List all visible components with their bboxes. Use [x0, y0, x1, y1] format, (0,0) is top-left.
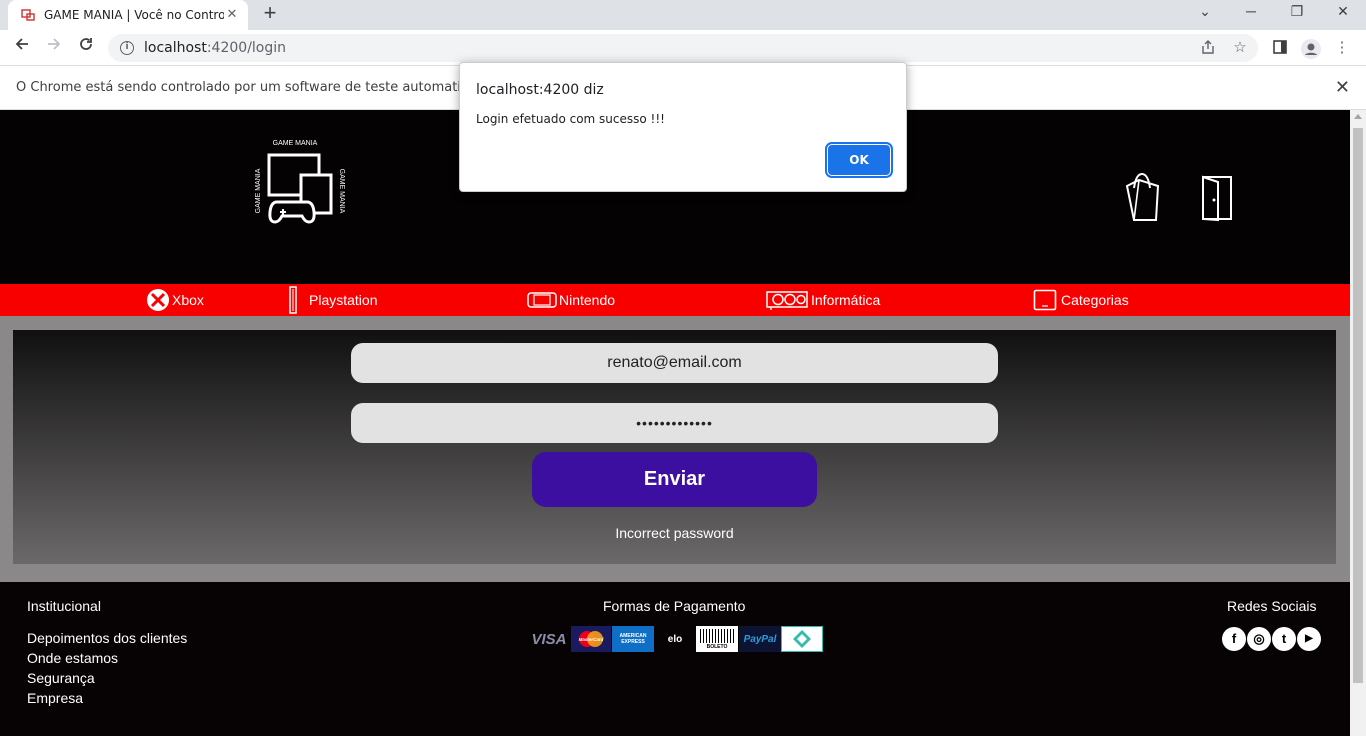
nav-item-nintendo[interactable]: Nintendo	[527, 284, 615, 316]
svg-text:GAME MANIA: GAME MANIA	[255, 168, 262, 213]
alert-dialog: localhost:4200 diz Login efetuado com su…	[459, 62, 907, 192]
instagram-icon[interactable]: ◎	[1247, 627, 1271, 651]
login-door-icon[interactable]	[1200, 174, 1234, 227]
visa-icon: VISA	[531, 630, 567, 648]
tab-search-icon[interactable]: ⌄	[1182, 0, 1228, 30]
minimize-icon[interactable]: ─	[1228, 0, 1274, 30]
footer-link-depoimentos[interactable]: Depoimentos dos clientes	[27, 630, 187, 646]
back-icon[interactable]	[10, 36, 34, 60]
boleto-icon: BOLETO	[696, 626, 738, 652]
amex-icon: AMERICAN EXPRESS	[612, 626, 654, 652]
nintendo-icon	[527, 292, 557, 308]
scrollbar-thumb[interactable]	[1353, 128, 1363, 683]
tab-title: GAME MANIA | Você no Controle	[44, 8, 224, 22]
share-icon[interactable]	[1199, 39, 1217, 57]
twitter-icon[interactable]: t	[1272, 627, 1296, 651]
login-section: renato@email.com ••••••••••••• Enviar In…	[0, 316, 1350, 582]
mastercard-icon: MasterCard	[571, 626, 611, 652]
game-mania-logo[interactable]: GAME MANIA GAME MANIA GAME MANIA	[252, 136, 352, 236]
dialog-ok-button[interactable]: OK	[825, 142, 893, 178]
site-info-icon[interactable]: i	[120, 41, 134, 55]
elo-icon: elo	[667, 633, 683, 645]
login-error-message: Incorrect password	[615, 525, 734, 541]
tablet-icon	[1033, 289, 1057, 311]
forward-icon[interactable]	[42, 36, 66, 60]
password-input[interactable]: •••••••••••••	[351, 403, 998, 443]
svg-text:GAME MANIA: GAME MANIA	[338, 169, 345, 214]
footer-link-empresa[interactable]: Empresa	[27, 690, 83, 706]
infobar-close-icon[interactable]: ✕	[1335, 77, 1350, 98]
nav-item-informatica[interactable]: Informática	[765, 284, 880, 316]
menu-kebab-icon[interactable]: ⋮	[1333, 39, 1351, 57]
facebook-icon[interactable]: f	[1222, 627, 1246, 651]
email-input[interactable]: renato@email.com	[351, 343, 998, 383]
institutional-title: Institucional	[27, 598, 101, 614]
reload-icon[interactable]	[74, 36, 98, 60]
nav-item-playstation[interactable]: Playstation	[287, 284, 377, 316]
profile-avatar-icon[interactable]	[1301, 39, 1321, 59]
footer-link-onde-estamos[interactable]: Onde estamos	[27, 650, 118, 666]
address-bar[interactable]: i localhost:4200/login	[108, 34, 1258, 62]
nav-label: Nintendo	[559, 292, 616, 308]
paypal-icon: PayPal	[739, 626, 781, 652]
side-panel-icon[interactable]	[1271, 39, 1289, 57]
dialog-message: Login efetuado com sucesso !!!	[476, 112, 665, 126]
dialog-title: localhost:4200 diz	[476, 82, 604, 98]
page-content: GAME MANIA GAME MANIA GAME MANIA Xbox Pl…	[0, 110, 1350, 736]
gpu-icon	[766, 291, 808, 310]
page-scrollbar[interactable]	[1350, 110, 1366, 736]
nav-item-xbox[interactable]: Xbox	[146, 284, 204, 316]
xbox-icon	[147, 289, 169, 311]
youtube-icon[interactable]: ▶	[1297, 627, 1321, 651]
playstation-icon	[289, 286, 297, 314]
game-mania-favicon-icon	[20, 7, 36, 23]
new-tab-button[interactable]: +	[258, 2, 282, 26]
category-nav: Xbox Playstation Nintendo Informática Ca…	[0, 284, 1350, 316]
scroll-up-arrow-icon[interactable]	[1354, 114, 1362, 119]
site-footer: Institucional Depoimentos dos clientes O…	[0, 582, 1350, 736]
url-path: :4200/login	[206, 40, 287, 56]
footer-link-seguranca[interactable]: Segurança	[27, 670, 95, 686]
login-form: renato@email.com ••••••••••••• Enviar In…	[13, 330, 1336, 564]
tab-strip: GAME MANIA | Você no Controle ✕ + ⌄ ─ ❐ …	[0, 0, 1366, 30]
shopping-bag-icon[interactable]	[1124, 170, 1160, 227]
nav-label: Categorias	[1061, 292, 1129, 308]
infobar-message: O Chrome está sendo controlado por um so…	[16, 80, 496, 95]
submit-button[interactable]: Enviar	[532, 452, 817, 507]
window-close-icon[interactable]: ✕	[1320, 0, 1366, 30]
browser-toolbar: i localhost:4200/login ☆ ⋮	[0, 30, 1366, 66]
mastercard-label: MasterCard	[579, 637, 604, 642]
svg-text:GAME MANIA: GAME MANIA	[273, 140, 318, 147]
pix-icon	[781, 626, 823, 652]
bookmark-star-icon[interactable]: ☆	[1231, 39, 1249, 57]
nav-label: Xbox	[172, 292, 204, 308]
nav-label: Informática	[811, 292, 881, 308]
payment-title: Formas de Pagamento	[603, 598, 746, 614]
browser-tab[interactable]: GAME MANIA | Você no Controle ✕	[8, 0, 248, 30]
tab-close-icon[interactable]: ✕	[224, 7, 240, 23]
nav-label: Playstation	[309, 292, 378, 308]
social-title: Redes Sociais	[1227, 598, 1317, 614]
restore-icon[interactable]: ❐	[1274, 0, 1320, 30]
url-host: localhost	[144, 40, 207, 56]
nav-item-categorias[interactable]: Categorias	[1033, 284, 1129, 316]
